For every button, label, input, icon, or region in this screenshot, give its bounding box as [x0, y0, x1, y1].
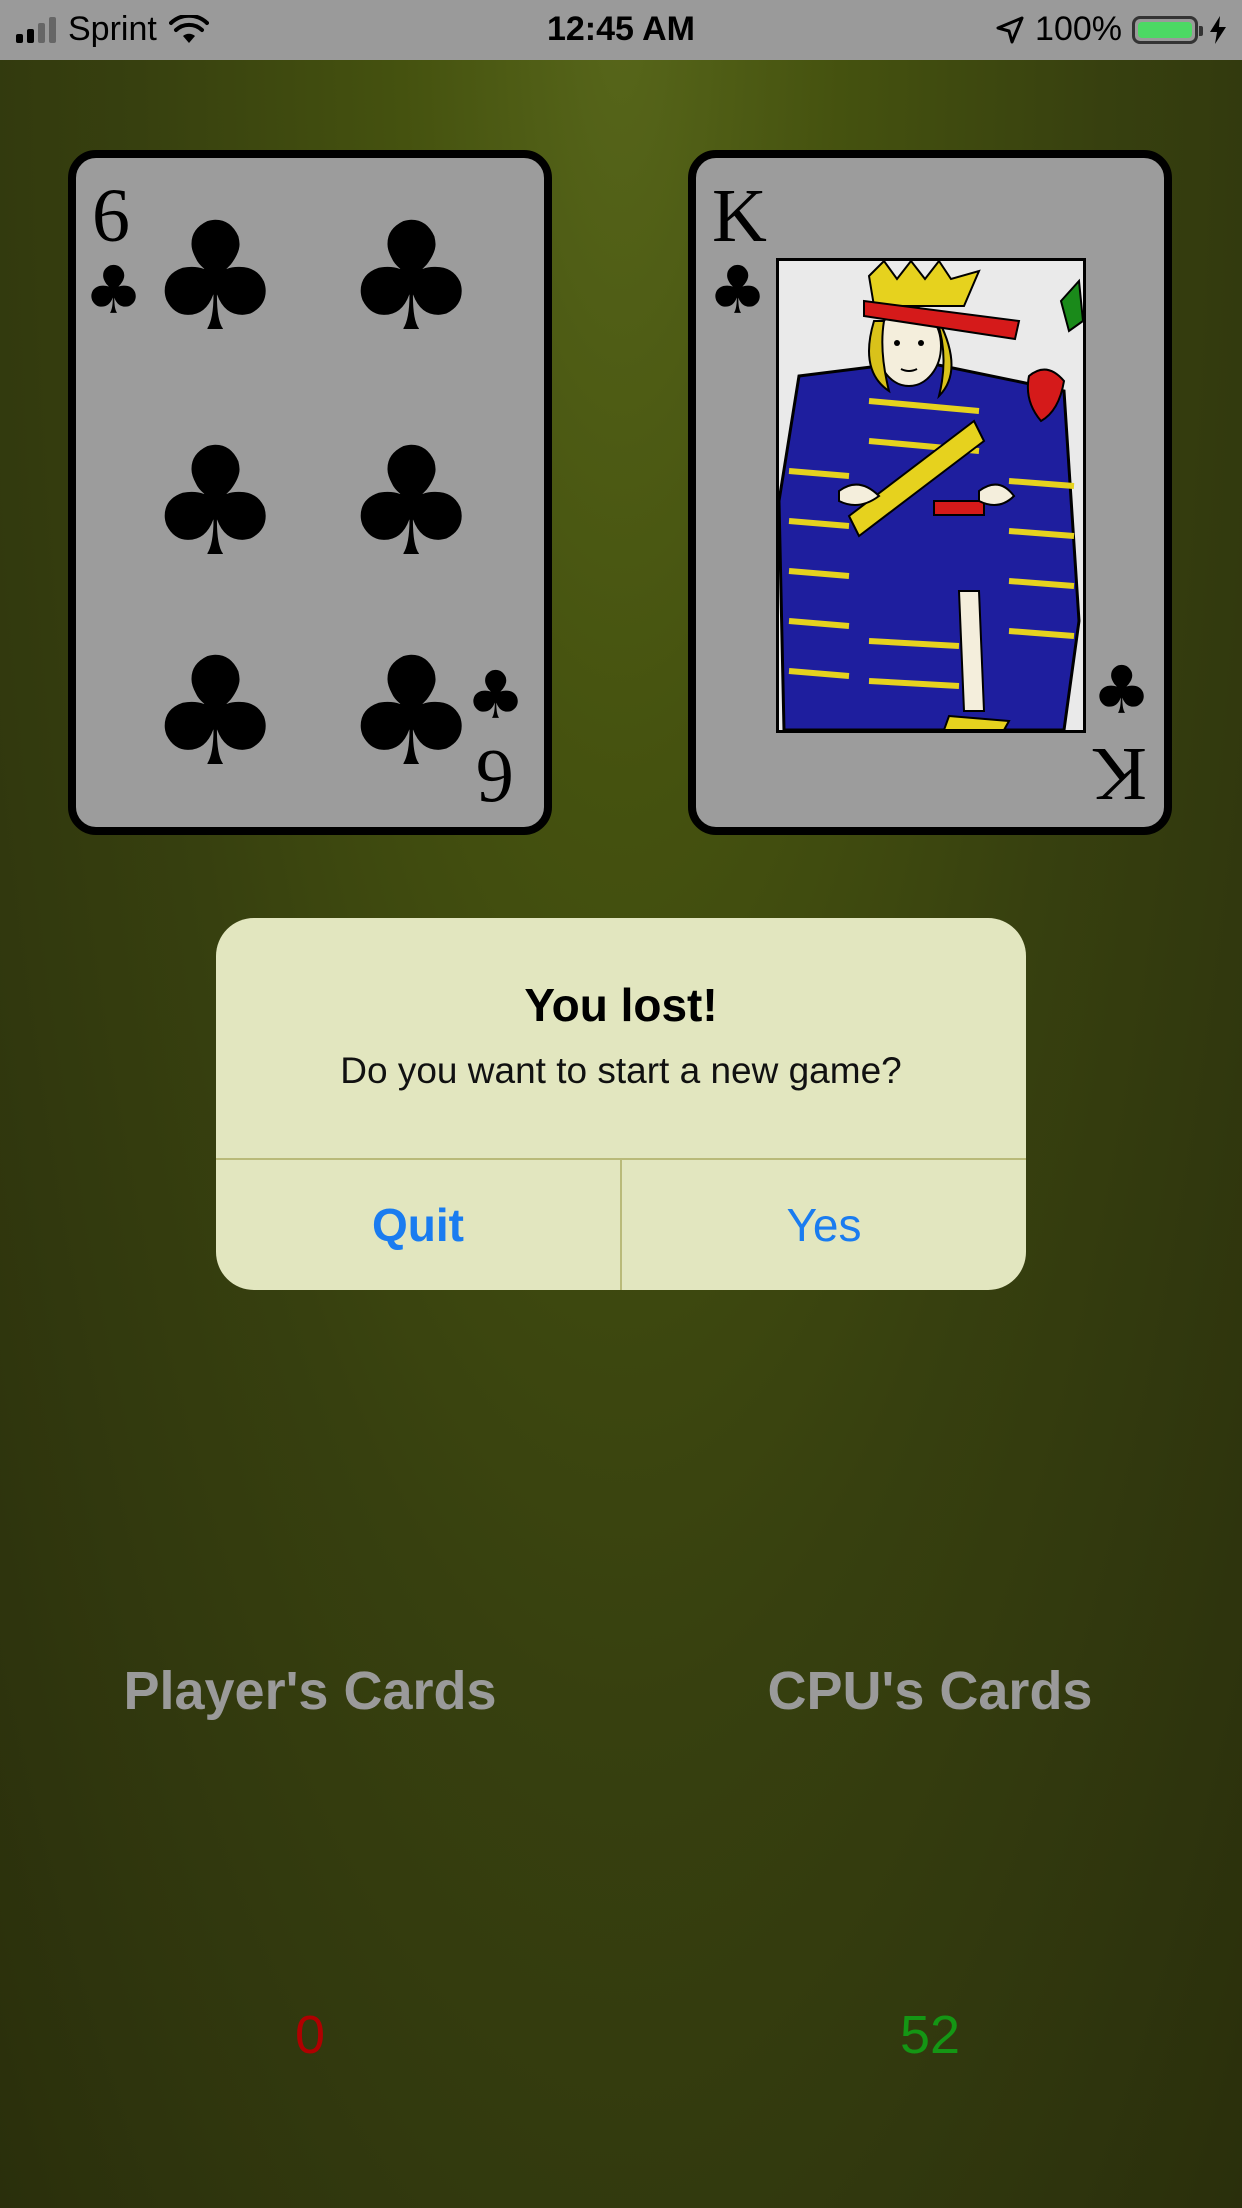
location-arrow-icon: [996, 16, 1024, 43]
battery-icon: [1132, 15, 1203, 44]
card-rank-top: 6: [92, 174, 130, 258]
club-icon: ♣: [708, 252, 768, 329]
club-icon: ♣: [466, 657, 526, 734]
cpu-card[interactable]: K ♣ ♣ K: [688, 150, 1172, 835]
card-rank-bottom: 6: [476, 734, 514, 818]
game-over-alert: You lost! Do you want to start a new gam…: [216, 918, 1026, 1290]
cpu-card-count: 52: [899, 2005, 961, 2065]
player-cards-label: Player's Cards: [123, 1661, 497, 1721]
club-icon: ♣: [148, 626, 283, 800]
charging-bolt-icon: [1210, 15, 1226, 44]
player-card[interactable]: 6 ♣ ♣ ♣ ♣ ♣ ♣ ♣ ♣ 6: [68, 150, 552, 835]
club-icon: ♣: [84, 252, 144, 329]
yes-button[interactable]: Yes: [622, 1160, 1026, 1290]
club-icon: ♣: [1092, 652, 1152, 729]
player-card-count: 0: [294, 2005, 326, 2065]
status-right: 100%: [995, 10, 1228, 49]
club-icon: ♣: [344, 626, 479, 800]
card-rank-top: K: [712, 174, 767, 258]
card-rank-bottom: K: [1092, 732, 1147, 816]
alert-message: Do you want to start a new game?: [340, 1050, 902, 1091]
status-bar: Sprint 12:45 AM 100%: [0, 0, 1242, 60]
battery-percent: 100%: [1035, 10, 1122, 48]
cpu-cards-label: CPU's Cards: [767, 1661, 1093, 1721]
club-icon: ♣: [344, 191, 479, 365]
alert-title: You lost!: [524, 979, 718, 1031]
club-icon: ♣: [344, 416, 479, 590]
club-icon: ♣: [148, 416, 283, 590]
club-icon: ♣: [148, 191, 283, 365]
king-face-illustration: [776, 258, 1086, 733]
quit-button[interactable]: Quit: [216, 1160, 620, 1290]
